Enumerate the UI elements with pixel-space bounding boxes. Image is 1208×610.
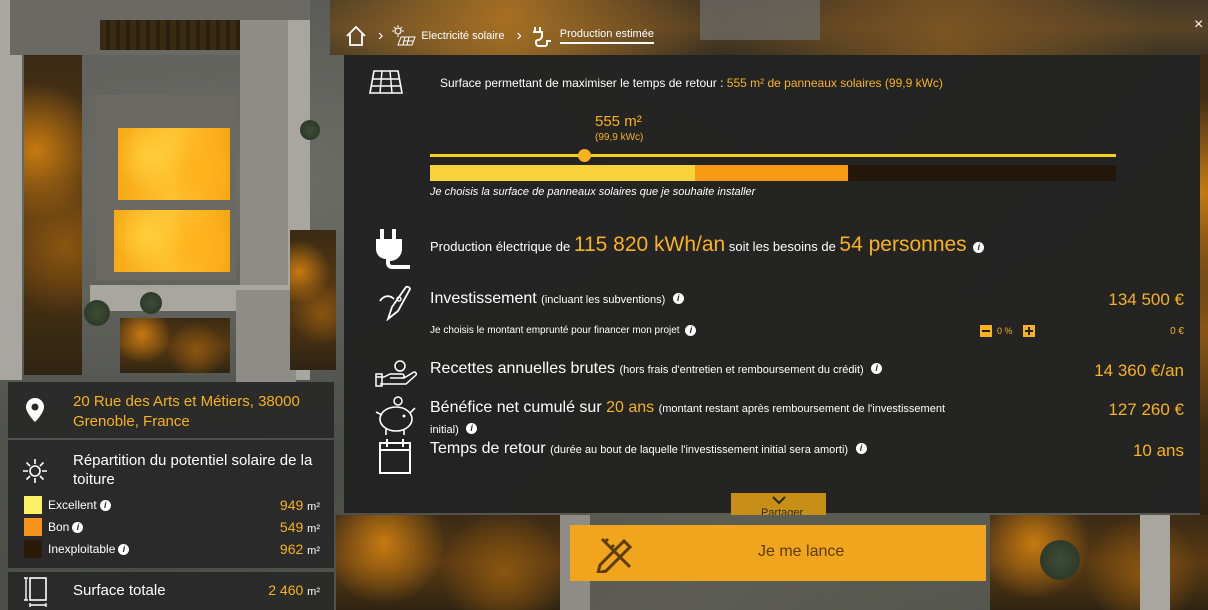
solar-grid-icon	[368, 69, 404, 102]
benefice-title: Bénéfice net cumulé sur 20 ans (montant …	[430, 398, 950, 440]
sun-icon	[22, 458, 48, 489]
loan-value: 0 €	[1170, 326, 1184, 337]
loan-increase-button[interactable]	[1023, 325, 1035, 337]
address-text: 20 Rue des Arts et Métiers, 38000 Grenob…	[73, 393, 300, 430]
benefice-title-prefix: Bénéfice net cumulé sur	[430, 399, 602, 416]
pen-hand-icon	[378, 281, 412, 326]
plug-icon	[374, 227, 414, 276]
legend-label: Inexploitable i	[48, 540, 130, 558]
collapse-toggle[interactable]: Partager	[731, 493, 826, 515]
surface-slider-handle[interactable]	[578, 149, 591, 162]
info-icon[interactable]: i	[855, 443, 867, 455]
recettes-title: Recettes annuelles brutes (hors frais d'…	[430, 360, 883, 378]
retour-title: Temps de retour (durée au bout de laquel…	[430, 440, 867, 458]
info-icon[interactable]: i	[973, 242, 985, 254]
surface-measure-icon	[24, 576, 50, 610]
breadcrumb-item-production[interactable]: Production estimée	[559, 28, 654, 44]
bar-segment-inexploitable	[848, 165, 1116, 181]
loan-percent: 0 %	[997, 326, 1013, 336]
je-me-lance-label: Je me lance	[758, 543, 845, 560]
legend-label: Excellent i	[48, 496, 111, 514]
slider-value-sub: (99,9 kWc)	[595, 132, 644, 143]
total-surface-value: 2 460 m²	[268, 582, 320, 598]
legend-value: 549 m²	[279, 519, 320, 535]
benefice-years: 20 ans	[606, 399, 655, 416]
surface-helper-text: Je choisis la surface de panneaux solair…	[430, 186, 756, 198]
surface-summary-prefix: Surface permettant de maximiser le temps…	[440, 76, 724, 90]
info-icon[interactable]: i	[118, 544, 130, 556]
share-button[interactable]: Partager	[761, 505, 803, 515]
bar-segment-bon	[695, 165, 848, 181]
plug-icon	[530, 24, 554, 48]
info-icon[interactable]: i	[685, 325, 697, 336]
breadcrumb: › Electricité solaire › Production estim…	[344, 18, 654, 54]
coin-hand-icon	[374, 359, 418, 394]
info-icon[interactable]: i	[466, 423, 478, 435]
legend-row-inexploitable: Inexploitable i 962 m²	[22, 540, 328, 558]
info-icon[interactable]: i	[672, 293, 684, 305]
home-icon[interactable]	[344, 24, 368, 48]
total-surface-label: Surface totale	[73, 582, 166, 599]
surface-summary-suffix: (99,9 kWc)	[884, 76, 943, 90]
legend-value: 962 m²	[279, 541, 320, 557]
production-prefix: Production électrique de	[430, 239, 571, 254]
surface-summary-highlight: 555 m² de panneaux solaires	[726, 76, 882, 90]
breadcrumb-item-electricite[interactable]: Electricité solaire	[421, 30, 504, 42]
bar-segment-excellent	[430, 165, 695, 181]
legend-label: Bon i	[48, 518, 84, 536]
breadcrumb-separator-icon: ›	[378, 27, 384, 44]
info-icon[interactable]: i	[99, 500, 111, 512]
pencil-ruler-icon	[594, 533, 638, 578]
loan-decrease-button[interactable]	[980, 325, 992, 337]
calendar-icon	[378, 437, 412, 480]
recettes-value: 14 360 €/an	[1094, 361, 1184, 380]
production-value: 115 820 kWh/an	[573, 233, 726, 256]
loan-label: Je choisis le montant emprunté pour fina…	[430, 325, 697, 337]
recettes-subtitle: (hors frais d'entretien et remboursement…	[619, 364, 864, 376]
investissement-subtitle: (incluant les subventions)	[541, 294, 666, 306]
production-line: Production électrique de 115 820 kWh/an …	[430, 233, 985, 257]
retour-value: 10 ans	[1132, 441, 1184, 460]
slider-value-label: 555 m²	[595, 113, 642, 130]
production-middle: soit les besoins de	[728, 239, 836, 254]
solar-panel-icon	[391, 25, 417, 47]
je-me-lance-button[interactable]: Je me lance	[570, 525, 986, 581]
info-icon[interactable]: i	[871, 363, 883, 375]
legend-swatch-inexploitable	[24, 540, 42, 558]
investissement-title-text: Investissement	[430, 290, 537, 307]
breadcrumb-separator-icon: ›	[516, 27, 522, 44]
investissement-value: 134 500 €	[1108, 290, 1184, 309]
legend-row-excellent: Excellent i 949 m²	[22, 496, 328, 514]
legend-row-bon: Bon i 549 m²	[22, 518, 328, 536]
info-icon[interactable]: i	[72, 522, 84, 534]
surface-slider-track[interactable]	[430, 154, 1116, 157]
close-icon[interactable]: ×	[1194, 16, 1203, 34]
address-card: 20 Rue des Arts et Métiers, 38000 Grenob…	[8, 382, 334, 438]
recettes-title-text: Recettes annuelles brutes	[430, 360, 615, 377]
surface-summary: Surface permettant de maximiser le temps…	[440, 76, 943, 90]
benefice-value: 127 260 €	[1108, 400, 1184, 419]
retour-title-text: Temps de retour	[430, 440, 546, 457]
location-pin-icon	[26, 398, 44, 427]
retour-subtitle: (durée au bout de laquelle l'investissem…	[550, 444, 849, 456]
repartition-title: Répartition du potentiel solaire de la t…	[73, 452, 313, 488]
total-surface-card: Surface totale 2 460 m²	[8, 572, 334, 610]
legend-swatch-excellent	[24, 496, 42, 514]
investissement-title: Investissement (incluant les subventions…	[430, 290, 684, 308]
loan-label-text: Je choisis le montant emprunté pour fina…	[430, 325, 680, 337]
piggy-bank-icon	[374, 395, 418, 442]
production-panel: Surface permettant de maximiser le temps…	[344, 55, 1200, 513]
legend-swatch-bon	[24, 518, 42, 536]
production-persons: 54 personnes	[839, 233, 967, 256]
legend-value: 949 m²	[279, 497, 320, 513]
repartition-card: Répartition du potentiel solaire de la t…	[8, 440, 334, 568]
